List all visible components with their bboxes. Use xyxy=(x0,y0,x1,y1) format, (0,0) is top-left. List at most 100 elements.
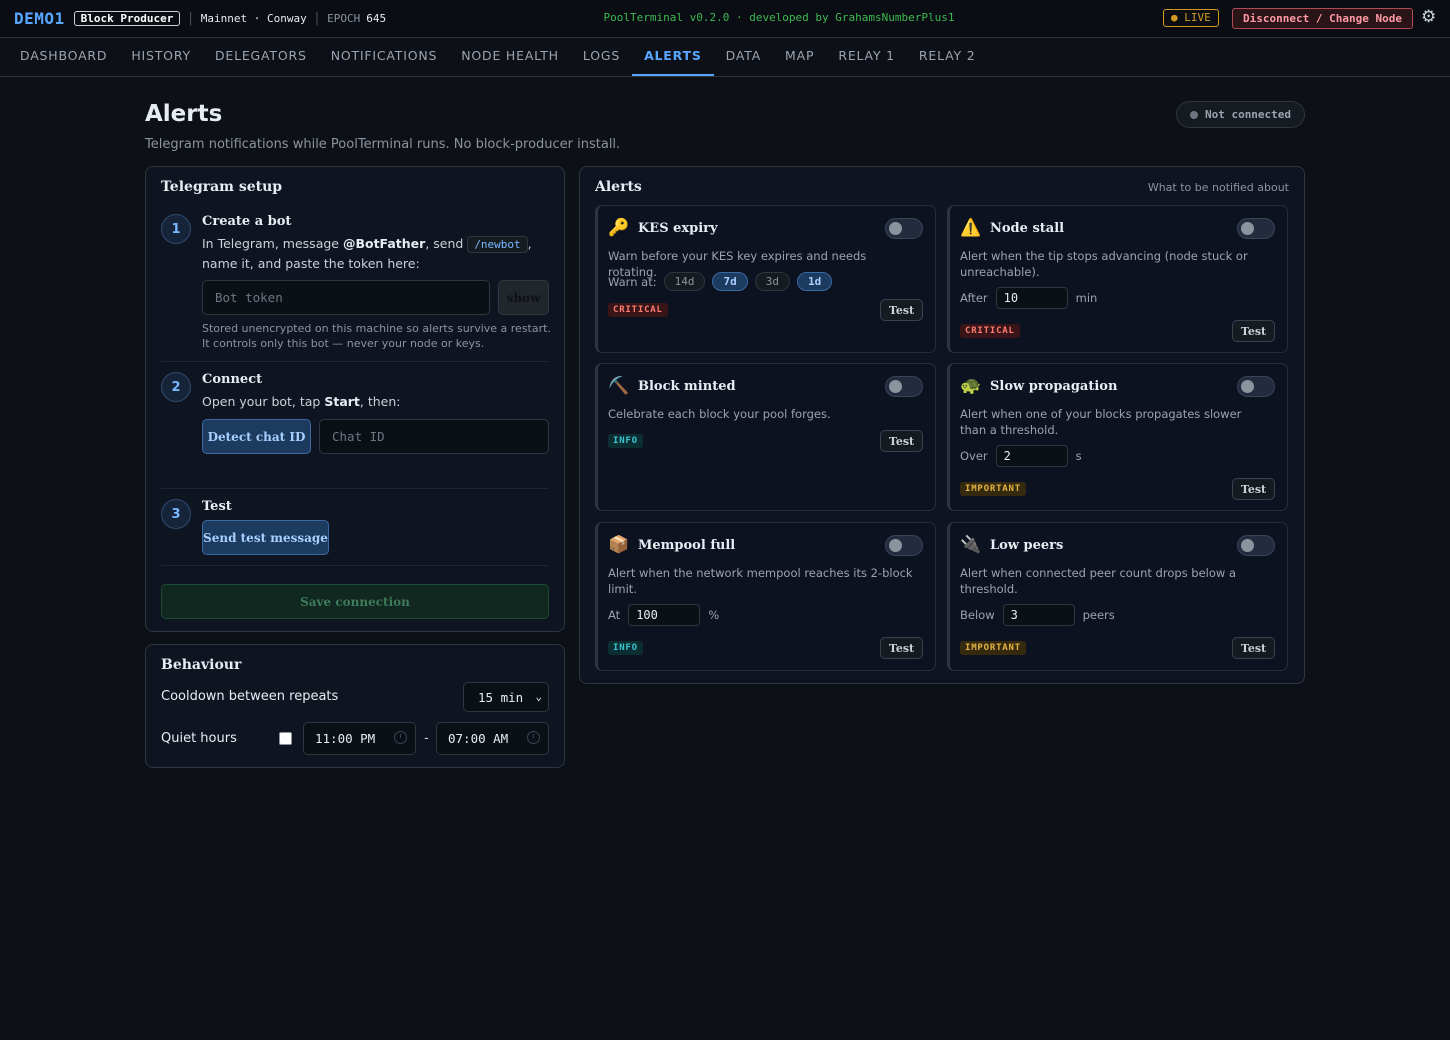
toggle-knob xyxy=(1241,539,1254,552)
quiet-start-time-input[interactable]: 11:00 PM xyxy=(303,722,416,755)
alert-toggle[interactable] xyxy=(1237,218,1275,239)
alert-card-block-minted: ⛏️ Block minted Celebrate each block your … xyxy=(595,363,936,511)
threshold-row: After 10 min xyxy=(960,287,1097,309)
toggle-knob xyxy=(889,222,902,235)
nav-tab-delegators[interactable]: DELEGATORS xyxy=(203,38,319,76)
severity-badge: INFO xyxy=(608,641,643,655)
epoch-label: EPOCH xyxy=(327,12,361,25)
nav-tab-data[interactable]: DATA xyxy=(714,38,773,76)
test-alert-button[interactable]: Test xyxy=(1232,478,1275,500)
behaviour-title: Behaviour xyxy=(161,657,242,673)
quiet-end-time-input[interactable]: 07:00 AM xyxy=(436,722,549,755)
severity-badge: IMPORTANT xyxy=(960,641,1026,655)
nav-tab-relay-1[interactable]: RELAY 1 xyxy=(826,38,907,76)
warn-chip-14d[interactable]: 14d xyxy=(663,272,706,291)
alert-toggle[interactable] xyxy=(885,535,923,556)
cooldown-select[interactable]: 15 min ⌄ xyxy=(463,682,549,712)
toggle-knob xyxy=(889,539,902,552)
alert-description: Alert when connected peer count drops be… xyxy=(960,566,1237,596)
nav-tab-node-health[interactable]: NODE HEALTH xyxy=(449,38,571,76)
epoch-value: 645 xyxy=(366,12,387,25)
nav-tab-map[interactable]: MAP xyxy=(773,38,826,76)
page-subtitle: Telegram notifications while PoolTermina… xyxy=(145,137,621,152)
alert-toggle[interactable] xyxy=(885,218,923,239)
nav-tab-alerts[interactable]: ALERTS xyxy=(632,38,714,76)
alert-description: Alert when one of your blocks propagates… xyxy=(960,407,1242,437)
send-test-message-button[interactable]: Send test message xyxy=(202,520,329,555)
toggle-knob xyxy=(1241,222,1254,235)
chat-id-input[interactable] xyxy=(319,419,549,454)
alert-toggle[interactable] xyxy=(1237,535,1275,556)
divider xyxy=(161,565,549,566)
warn-chip-1d[interactable]: 1d xyxy=(796,272,833,291)
threshold-label: At xyxy=(608,608,621,622)
alert-title: Block minted xyxy=(638,379,736,394)
test-alert-button[interactable]: Test xyxy=(1232,637,1275,659)
alert-card-mempool-full: 📦 Mempool full Alert when the network memp… xyxy=(595,522,936,671)
show-token-button[interactable]: show xyxy=(498,280,549,315)
alert-toggle[interactable] xyxy=(885,376,923,397)
nav-tab-relay-2[interactable]: RELAY 2 xyxy=(907,38,988,76)
threshold-unit: % xyxy=(708,608,720,622)
telegram-setup-panel: Telegram setup 1 Create a bot In Telegra… xyxy=(145,166,565,632)
behaviour-panel: Behaviour Cooldown between repeats 15 mi… xyxy=(145,644,565,768)
alerts-panel-hint: What to be notified about xyxy=(1147,181,1289,194)
disconnect-button[interactable]: Disconnect / Change Node xyxy=(1232,8,1413,29)
network-label: Mainnet · Conway xyxy=(200,12,307,25)
clock-icon xyxy=(394,731,407,744)
threshold-unit: peers xyxy=(1082,608,1115,622)
threshold-input[interactable]: 2 xyxy=(995,445,1068,467)
detect-chat-id-button[interactable]: Detect chat ID xyxy=(202,419,311,454)
warn-chip-7d[interactable]: 7d xyxy=(712,272,748,291)
nav-tab-logs[interactable]: LOGS xyxy=(571,38,632,76)
step-title: Test xyxy=(202,499,232,514)
clock-icon xyxy=(527,731,540,744)
threshold-label: Over xyxy=(960,449,988,463)
toggle-knob xyxy=(889,380,902,393)
bot-token-input[interactable] xyxy=(202,280,490,315)
nav-tab-history[interactable]: HISTORY xyxy=(119,38,203,76)
severity-badge: CRITICAL xyxy=(960,324,1020,338)
alert-card-low-peers: 🔌 Low peers Alert when connected peer coun… xyxy=(947,522,1288,671)
page-title: Alerts xyxy=(145,101,223,127)
threshold-unit: s xyxy=(1075,449,1082,463)
threshold-input[interactable]: 100 xyxy=(628,604,701,626)
step-text: In Telegram, message xyxy=(202,236,343,251)
app-title: PoolTerminal v0.2.0 · developed by Graha… xyxy=(603,11,955,24)
divider: | xyxy=(188,11,193,26)
start-keyword: Start xyxy=(324,394,360,409)
main-nav: DASHBOARD HISTORY DELEGATORS NOTIFICATIONS N… xyxy=(0,38,1450,77)
key-icon: 🔑 xyxy=(608,218,630,238)
test-alert-button[interactable]: Test xyxy=(880,637,923,659)
step-instructions: Open your bot, tap Start, then: xyxy=(202,392,552,411)
threshold-row: At 100% xyxy=(608,604,719,626)
step-title: Create a bot xyxy=(202,214,292,229)
warning-icon: ⚠️ xyxy=(960,218,982,238)
threshold-label: After xyxy=(960,291,988,305)
alert-card-slow-propagation: 🐢 Slow propagation Alert when one of your … xyxy=(947,363,1288,511)
test-alert-button[interactable]: Test xyxy=(1232,320,1275,342)
nav-tab-dashboard[interactable]: DASHBOARD xyxy=(8,38,119,76)
role-badge: Block Producer xyxy=(73,11,181,26)
quiet-hours-label: Quiet hours xyxy=(161,731,237,746)
nav-tab-notifications[interactable]: NOTIFICATIONS xyxy=(319,38,450,76)
divider xyxy=(161,361,549,362)
gear-icon[interactable]: ⚙ xyxy=(1421,7,1436,27)
divider xyxy=(161,488,549,489)
quiet-hours-checkbox[interactable] xyxy=(279,732,292,745)
time-range-separator: - xyxy=(424,731,429,746)
save-connection-button[interactable]: Save connection xyxy=(161,584,549,619)
severity-badge: IMPORTANT xyxy=(960,482,1026,496)
threshold-input[interactable]: 3 xyxy=(1002,604,1075,626)
test-alert-button[interactable]: Test xyxy=(880,430,923,452)
divider: | xyxy=(314,11,320,26)
toggle-knob xyxy=(1241,380,1254,393)
pickaxe-icon: ⛏️ xyxy=(608,376,630,396)
step-number: 1 xyxy=(161,214,191,244)
threshold-input[interactable]: 10 xyxy=(995,287,1068,309)
warn-chip-3d[interactable]: 3d xyxy=(754,272,790,291)
test-alert-button[interactable]: Test xyxy=(880,299,923,321)
step-text: , send xyxy=(425,236,468,251)
alert-description: Alert when the network mempool reaches i… xyxy=(608,566,913,596)
alert-toggle[interactable] xyxy=(1237,376,1275,397)
